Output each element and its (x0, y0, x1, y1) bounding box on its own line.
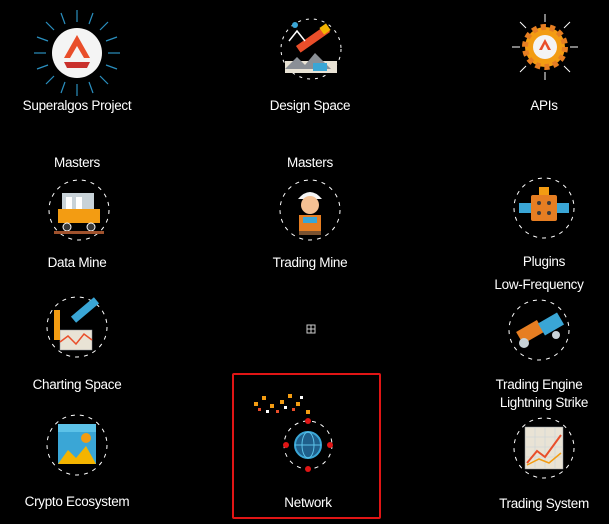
node-label: Plugins (522, 254, 566, 269)
node-top-label: Masters (287, 155, 333, 170)
charting-space-icon[interactable] (42, 292, 112, 362)
node-label: Trading System (499, 496, 589, 511)
mine-cart-icon[interactable] (44, 175, 114, 245)
node-top-label: Lightning Strike (499, 395, 589, 410)
node-label: Network (284, 495, 332, 510)
node-label: Superalgos Project (22, 98, 132, 113)
plugin-icon[interactable] (509, 173, 579, 243)
node-label: Design Space (269, 98, 351, 113)
node-label: Trading Engine (495, 377, 583, 392)
trading-engine-icon[interactable] (504, 295, 574, 365)
trading-system-icon[interactable] (509, 413, 579, 483)
superalgos-logo-icon[interactable] (32, 8, 122, 98)
miner-icon[interactable] (275, 175, 345, 245)
node-top-label: Low-Frequency (494, 277, 584, 292)
network-globe-icon[interactable] (248, 390, 358, 480)
small-node-icon[interactable] (306, 321, 316, 334)
node-label: APIs (530, 98, 558, 113)
node-label: Trading Mine (272, 255, 348, 270)
design-space-icon[interactable] (275, 13, 347, 85)
node-top-label: Masters (54, 155, 100, 170)
node-label: Crypto Ecosystem (24, 494, 130, 509)
node-label: Charting Space (32, 377, 122, 392)
node-label: Data Mine (47, 255, 107, 270)
apis-gear-icon[interactable] (512, 14, 578, 80)
crypto-ecosystem-icon[interactable] (42, 410, 112, 480)
